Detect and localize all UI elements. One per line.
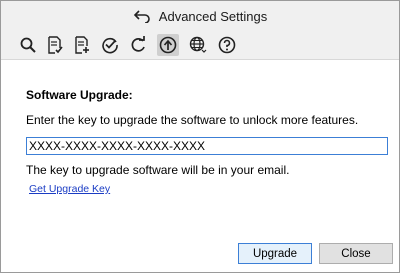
upgrade-button[interactable]: Upgrade: [238, 243, 312, 264]
help-icon[interactable]: [216, 34, 238, 56]
instructions-text: Enter the key to upgrade the software to…: [26, 113, 359, 127]
close-button[interactable]: Close: [319, 243, 393, 264]
settings-window: Advanced Settings Software Upgrade: Ente…: [0, 0, 400, 273]
check-circle-icon[interactable]: [99, 34, 121, 56]
search-icon[interactable]: [17, 34, 39, 56]
get-upgrade-key-link[interactable]: Get Upgrade Key: [29, 183, 110, 195]
upgrade-key-input[interactable]: [26, 137, 388, 155]
globe-icon[interactable]: [187, 34, 209, 56]
refresh-icon[interactable]: [127, 34, 149, 56]
toolbar: [1, 31, 399, 60]
back-arrow-icon[interactable]: [133, 9, 151, 24]
upgrade-icon[interactable]: [157, 34, 179, 56]
email-hint-text: The key to upgrade software will be in y…: [26, 163, 290, 177]
title-bar: Advanced Settings: [1, 1, 399, 31]
window-title: Advanced Settings: [158, 8, 268, 24]
document-add-icon[interactable]: [71, 34, 93, 56]
document-check-icon[interactable]: [44, 34, 66, 56]
section-heading: Software Upgrade:: [26, 88, 133, 102]
